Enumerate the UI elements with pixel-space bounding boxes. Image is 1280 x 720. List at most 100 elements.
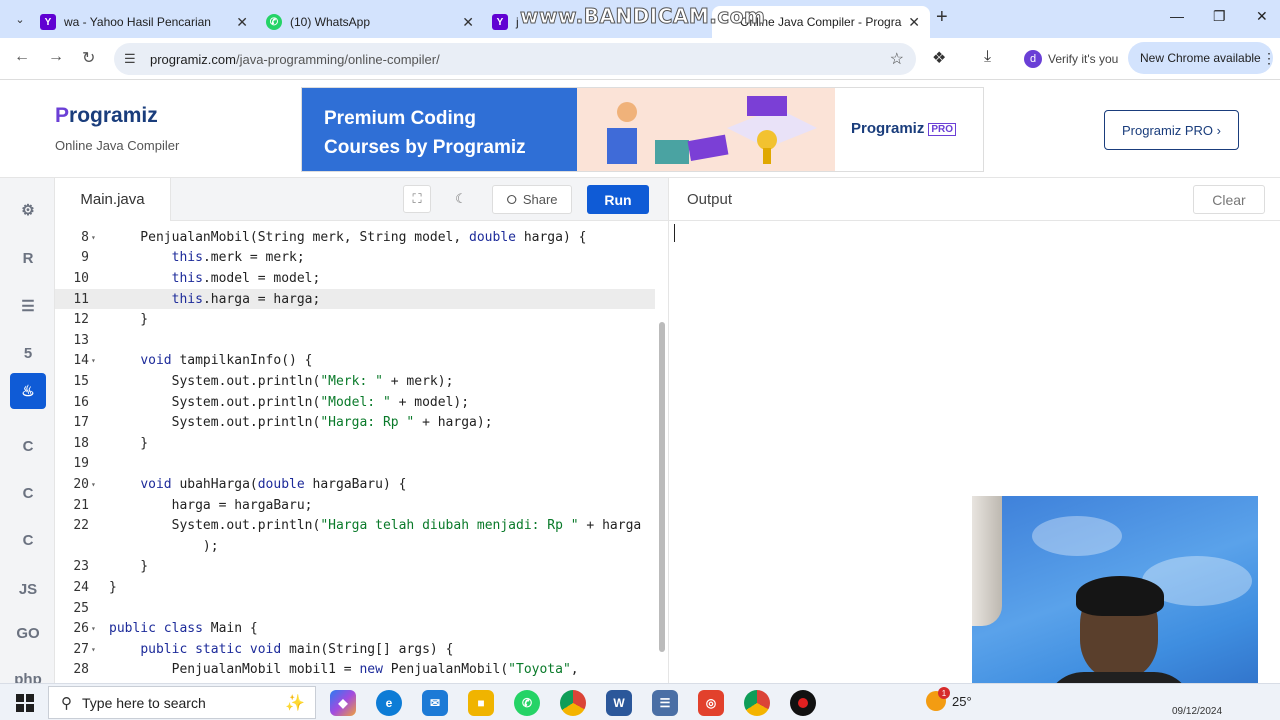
media-app-icon[interactable]: ◎: [698, 690, 724, 716]
new-chrome-available-button[interactable]: New Chrome available: [1128, 42, 1273, 74]
code-line[interactable]: 22 System.out.println("Harga telah diuba…: [55, 515, 655, 536]
tab-title: j: [516, 15, 519, 29]
ad-banner[interactable]: Premium Coding Courses by Programiz Progr…: [301, 87, 984, 172]
code-editor[interactable]: 8 ▾ PenjualanMobil(String merk, String mo…: [55, 221, 668, 683]
file-tab-main-java[interactable]: Main.java: [55, 178, 171, 221]
forward-icon[interactable]: →: [48, 48, 64, 66]
code-line[interactable]: 18 }: [55, 433, 655, 454]
share-button[interactable]: ⭘ Share: [492, 185, 572, 214]
fullscreen-icon[interactable]: ⛶: [403, 185, 431, 213]
close-icon[interactable]: ✕: [236, 14, 248, 31]
editor-scrollbar[interactable]: [659, 322, 665, 652]
code-line[interactable]: 15 System.out.println("Merk: " + merk);: [55, 371, 655, 392]
yahoo-icon: Y: [40, 14, 56, 30]
code-text: }: [109, 579, 117, 595]
windows-start-icon[interactable]: [16, 694, 34, 712]
bandicam-record-icon[interactable]: [790, 690, 816, 716]
code-line[interactable]: 9 this.merk = merk;: [55, 248, 655, 269]
code-line[interactable]: 10 this.model = model;: [55, 268, 655, 289]
address-bar[interactable]: ☰ programiz.com/java-programming/online-…: [114, 43, 916, 75]
fold-arrow-icon[interactable]: ▾: [89, 645, 101, 654]
csharp-icon[interactable]: C: [10, 522, 46, 558]
kebab-menu-icon[interactable]: ⋮: [1262, 50, 1276, 67]
back-icon[interactable]: ←: [14, 48, 30, 66]
edge-icon[interactable]: e: [376, 690, 402, 716]
code-line[interactable]: 24}: [55, 577, 655, 598]
maximize-button[interactable]: ❐: [1213, 8, 1226, 25]
code-line[interactable]: 23 }: [55, 557, 655, 578]
dark-mode-icon[interactable]: ☾: [447, 185, 475, 213]
tab-whatsapp[interactable]: ✆ (10) WhatsApp ✕: [266, 6, 484, 38]
minimize-button[interactable]: —: [1170, 8, 1184, 24]
code-line[interactable]: 21 harga = hargaBaru;: [55, 495, 655, 516]
weather-widget[interactable]: 1 25°: [926, 687, 972, 711]
browser-toolbar: ← → ↻ ☰ programiz.com/java-programming/o…: [0, 38, 1280, 80]
code-line[interactable]: );: [55, 536, 655, 557]
html-icon[interactable]: 5: [10, 335, 46, 371]
c-icon[interactable]: C: [10, 428, 46, 464]
banner-right: Programiz PRO: [835, 88, 983, 171]
go-icon[interactable]: GO: [10, 615, 46, 651]
code-line[interactable]: 27 ▾ public static void main(String[] arg…: [55, 639, 655, 660]
chrome-icon[interactable]: [744, 690, 770, 716]
line-number: 19: [73, 456, 89, 472]
close-icon[interactable]: ✕: [908, 14, 920, 31]
code-text: public static void main(String[] args) {: [140, 641, 454, 657]
download-icon[interactable]: ⤓: [984, 48, 991, 66]
site-info-icon[interactable]: ☰: [124, 51, 140, 67]
python-icon[interactable]: ⚙: [10, 192, 46, 228]
close-icon[interactable]: ✕: [462, 14, 474, 31]
code-line[interactable]: 11 this.harga = harga;: [55, 288, 655, 310]
new-tab-button[interactable]: +: [936, 6, 948, 29]
fold-arrow-icon[interactable]: ▾: [89, 233, 101, 242]
r-icon[interactable]: R: [10, 240, 46, 276]
copilot-icon[interactable]: ◆: [330, 690, 356, 716]
code-line[interactable]: 16 System.out.println("Model: " + model)…: [55, 392, 655, 413]
fold-arrow-icon[interactable]: ▾: [89, 624, 101, 633]
reload-icon[interactable]: ↻: [82, 48, 95, 68]
tab-yahoo-2[interactable]: Y j: [492, 6, 522, 38]
code-line[interactable]: 17 System.out.println("Harga: Rp " + har…: [55, 412, 655, 433]
fold-arrow-icon[interactable]: ▾: [89, 356, 101, 365]
logo-text: rogramiz: [69, 104, 158, 127]
code-text: void ubahHarga(double hargaBaru) {: [140, 476, 407, 492]
code-line[interactable]: 20 ▾ void ubahHarga(double hargaBaru) {: [55, 474, 655, 495]
clear-button[interactable]: Clear: [1193, 185, 1265, 214]
verify-profile-chip[interactable]: d Verify it's you: [1016, 43, 1118, 75]
code-line[interactable]: 14 ▾ void tampilkanInfo() {: [55, 351, 655, 372]
code-line[interactable]: 26 ▾ public class Main {: [55, 618, 655, 639]
file-explorer-icon[interactable]: ■: [468, 690, 494, 716]
code-line[interactable]: 8 ▾ PenjualanMobil(String merk, String mo…: [55, 227, 655, 248]
programiz-logo[interactable]: Programiz: [55, 104, 158, 128]
close-window-button[interactable]: ✕: [1256, 8, 1268, 25]
code-line[interactable]: 25: [55, 598, 655, 619]
cpp-icon[interactable]: C: [10, 475, 46, 511]
java-icon[interactable]: ♨: [10, 373, 46, 409]
fold-arrow-icon[interactable]: ▾: [89, 480, 101, 489]
extensions-icon[interactable]: ❖: [932, 48, 946, 68]
code-line[interactable]: 12 }: [55, 309, 655, 330]
chrome-icon[interactable]: [560, 690, 586, 716]
weather-badge: 1: [938, 687, 950, 699]
code-line[interactable]: 19: [55, 454, 655, 475]
output-caret: [674, 224, 675, 242]
site-header: Programiz Online Java Compiler Premium C…: [0, 80, 1280, 178]
js-icon[interactable]: JS: [10, 571, 46, 607]
bookmark-star-icon[interactable]: ☆: [890, 49, 904, 69]
taskbar-search[interactable]: ⚲ Type here to search ✨: [48, 686, 316, 719]
code-line[interactable]: 28 PenjualanMobil mobil1 = new Penjualan…: [55, 660, 655, 681]
word-icon[interactable]: W: [606, 690, 632, 716]
tab-search-button[interactable]: ⌄: [8, 9, 32, 29]
control-panel-icon[interactable]: ☰: [652, 690, 678, 716]
clock-date: 09/12/2024: [1172, 706, 1223, 717]
whatsapp-icon[interactable]: ✆: [514, 690, 540, 716]
line-number: 23: [73, 559, 89, 575]
programiz-pro-button[interactable]: Programiz PRO ›: [1104, 110, 1239, 150]
sql-icon[interactable]: ☰: [10, 288, 46, 324]
tab-yahoo-search[interactable]: Y wa - Yahoo Hasil Pencarian ✕: [40, 6, 258, 38]
windows-taskbar: ⚲ Type here to search ✨ ◆ e ✉ ■ ✆ W ☰ ◎ …: [0, 683, 1280, 720]
run-button[interactable]: Run: [587, 185, 649, 214]
mail-icon[interactable]: ✉: [422, 690, 448, 716]
code-text: this.merk = merk;: [171, 250, 305, 266]
code-line[interactable]: 13: [55, 330, 655, 351]
